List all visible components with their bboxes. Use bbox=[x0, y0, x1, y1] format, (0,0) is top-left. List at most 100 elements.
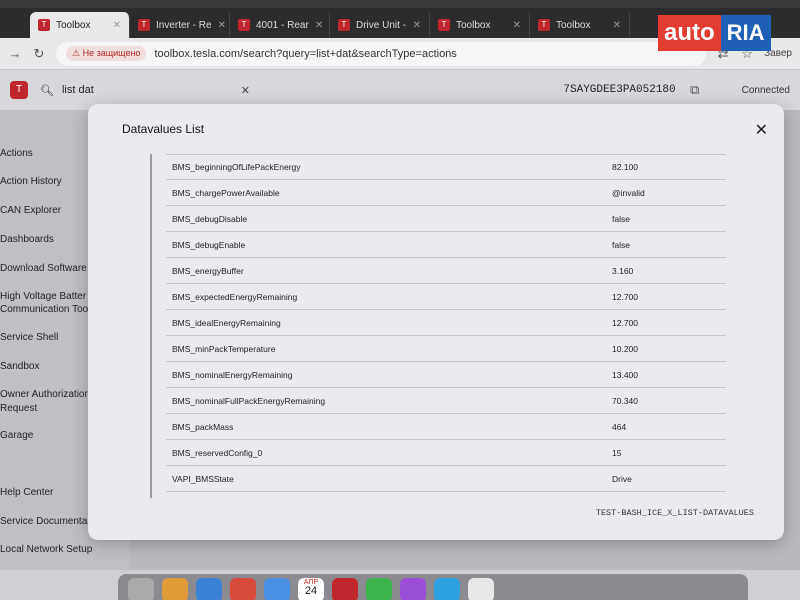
vehicle-vin: 7SAYGDEE3PA052180 bbox=[563, 84, 676, 96]
browser-tab[interactable]: T 4001 - Rear ✕ bbox=[230, 12, 330, 38]
datavalue-name: BMS_packMass bbox=[172, 421, 234, 432]
tesla-favicon-icon: T bbox=[38, 19, 50, 31]
datavalue-name: BMS_debugEnable bbox=[172, 239, 246, 250]
datavalue-row: BMS_expectedEnergyRemaining 12.700 bbox=[166, 284, 726, 310]
datavalue-value: 12.700 bbox=[612, 291, 638, 302]
datavalue-name: BMS_expectedEnergyRemaining bbox=[172, 291, 298, 302]
search-value[interactable]: list dat bbox=[62, 84, 94, 96]
tesla-favicon-icon: T bbox=[138, 19, 150, 31]
datavalue-name: BMS_beginningOfLifePackEnergy bbox=[172, 162, 301, 172]
reload-icon[interactable]: ↻ bbox=[32, 46, 46, 62]
datavalue-name: BMS_energyBuffer bbox=[172, 265, 244, 276]
datavalue-name: BMS_nominalEnergyRemaining bbox=[172, 369, 293, 380]
datavalue-row: BMS_energyBuffer 3.160 bbox=[166, 258, 726, 284]
datavalue-name: VAPI_BMSState bbox=[172, 473, 234, 484]
url-text[interactable]: toolbox.tesla.com/search?query=list+dat&… bbox=[154, 48, 456, 60]
datavalues-modal: Datavalues List ✕ BMS_beginningOfLifePac… bbox=[88, 104, 784, 540]
close-tab-icon[interactable]: ✕ bbox=[413, 20, 421, 31]
launchpad-icon[interactable] bbox=[162, 578, 188, 600]
datavalue-row: BMS_beginningOfLifePackEnergy 82.100 bbox=[166, 154, 726, 180]
calendar-day: 24 bbox=[304, 585, 318, 597]
datavalue-value: false bbox=[612, 213, 630, 224]
modal-title: Datavalues List bbox=[122, 122, 205, 136]
tesla-favicon-icon: T bbox=[538, 19, 550, 31]
close-tab-icon[interactable]: ✕ bbox=[113, 20, 121, 31]
close-tab-icon[interactable]: ✕ bbox=[315, 20, 323, 31]
tab-title: 4001 - Rear bbox=[256, 19, 309, 31]
datavalue-value: 12.700 bbox=[612, 317, 638, 328]
chrome-icon[interactable] bbox=[230, 578, 256, 600]
datavalue-name: BMS_minPackTemperature bbox=[172, 343, 276, 354]
browser-tab[interactable]: T Toolbox ✕ bbox=[430, 12, 530, 38]
datavalue-name: BMS_reservedConfig_0 bbox=[172, 447, 263, 458]
macos-dock: АПР 24 bbox=[118, 574, 748, 600]
tesla-favicon-icon: T bbox=[238, 19, 250, 31]
copy-icon[interactable]: ⧉ bbox=[688, 82, 702, 98]
clear-search-icon[interactable]: ✕ bbox=[241, 84, 250, 97]
calendar-icon[interactable]: АПР 24 bbox=[298, 578, 324, 600]
browser-tab[interactable]: T Toolbox ✕ bbox=[530, 12, 630, 38]
toolbox-app-icon[interactable] bbox=[332, 578, 358, 600]
tab-title: Toolbox bbox=[456, 19, 491, 31]
datavalue-name: BMS_chargePowerAvailable bbox=[172, 187, 280, 198]
safari-icon[interactable] bbox=[196, 578, 222, 600]
not-secure-label: Не защищено bbox=[82, 48, 141, 58]
autoria-watermark-logo: auto RIA bbox=[658, 12, 794, 54]
watermark-ria: RIA bbox=[720, 15, 771, 51]
browser-tab[interactable]: T Inverter - Re ✕ bbox=[130, 12, 230, 38]
close-tab-icon[interactable]: ✕ bbox=[218, 20, 226, 31]
podcasts-icon[interactable] bbox=[400, 578, 426, 600]
freeform-icon[interactable] bbox=[468, 578, 494, 600]
tesla-favicon-icon: T bbox=[438, 19, 450, 31]
datavalue-value: 10.200 bbox=[612, 343, 638, 354]
close-tab-icon[interactable]: ✕ bbox=[613, 20, 621, 31]
finder-icon[interactable] bbox=[128, 578, 154, 600]
search-icon: 🔍︎ bbox=[40, 84, 54, 97]
close-icon[interactable]: ✕ bbox=[755, 120, 768, 140]
toolbox-logo-icon[interactable]: T bbox=[10, 81, 28, 99]
datavalue-row: VAPI_BMSState Drive bbox=[166, 466, 726, 492]
connection-status: Connected bbox=[741, 84, 790, 96]
datavalue-value: 13.400 bbox=[612, 369, 638, 380]
datavalue-name: BMS_debugDisable bbox=[172, 213, 248, 224]
datavalue-row: BMS_reservedConfig_0 15 bbox=[166, 440, 726, 466]
datavalue-value: 82.100 bbox=[612, 162, 638, 172]
datavalue-value: @invalid bbox=[612, 187, 645, 198]
datavalue-value: Drive bbox=[612, 473, 632, 484]
system-menu-bar bbox=[0, 0, 800, 8]
search-input[interactable]: 🔍︎ list dat ✕ bbox=[40, 77, 250, 103]
datavalue-value: false bbox=[612, 239, 630, 250]
datavalue-value: 70.340 bbox=[612, 395, 638, 406]
tesla-favicon-icon: T bbox=[338, 19, 350, 31]
forward-icon[interactable]: → bbox=[8, 46, 22, 61]
url-field[interactable]: ⚠ Не защищено toolbox.tesla.com/search?q… bbox=[56, 41, 707, 66]
mail-icon[interactable] bbox=[264, 578, 290, 600]
datavalue-name: BMS_idealEnergyRemaining bbox=[172, 317, 281, 328]
datavalue-row: BMS_packMass 464 bbox=[166, 414, 726, 440]
warning-icon: ⚠ bbox=[72, 48, 83, 58]
datavalue-row: BMS_chargePowerAvailable @invalid bbox=[166, 180, 726, 206]
datavalue-row: BMS_minPackTemperature 10.200 bbox=[166, 336, 726, 362]
browser-tab[interactable]: T Drive Unit - ✕ bbox=[330, 12, 430, 38]
datavalue-name: BMS_nominalFullPackEnergyRemaining bbox=[172, 395, 326, 406]
browser-tab[interactable]: T Toolbox ✕ bbox=[30, 12, 130, 38]
datavalue-row: BMS_debugDisable false bbox=[166, 206, 726, 232]
datavalue-row: BMS_debugEnable false bbox=[166, 232, 726, 258]
tab-title: Toolbox bbox=[556, 19, 591, 31]
tab-title: Inverter - Re bbox=[156, 19, 212, 31]
not-secure-badge[interactable]: ⚠ Не защищено bbox=[66, 46, 147, 61]
close-tab-icon[interactable]: ✕ bbox=[513, 20, 521, 31]
telegram-icon[interactable] bbox=[434, 578, 460, 600]
datavalue-row: BMS_nominalEnergyRemaining 13.400 bbox=[166, 362, 726, 388]
datavalue-row: BMS_idealEnergyRemaining 12.700 bbox=[166, 310, 726, 336]
datavalues-list: BMS_beginningOfLifePackEnergy 82.100 BMS_c… bbox=[150, 154, 730, 498]
datavalue-value: 3.160 bbox=[612, 265, 634, 276]
tab-title: Toolbox bbox=[56, 19, 91, 31]
datavalue-row: BMS_nominalFullPackEnergyRemaining 70.340 bbox=[166, 388, 726, 414]
test-id-label: TEST-BASH_ICE_X_LIST-DATAVALUES bbox=[595, 508, 754, 518]
watermark-auto: auto bbox=[658, 15, 721, 51]
tab-title: Drive Unit - bbox=[356, 19, 407, 31]
facetime-icon[interactable] bbox=[366, 578, 392, 600]
datavalue-value: 15 bbox=[612, 447, 622, 458]
datavalue-value: 464 bbox=[612, 421, 627, 432]
